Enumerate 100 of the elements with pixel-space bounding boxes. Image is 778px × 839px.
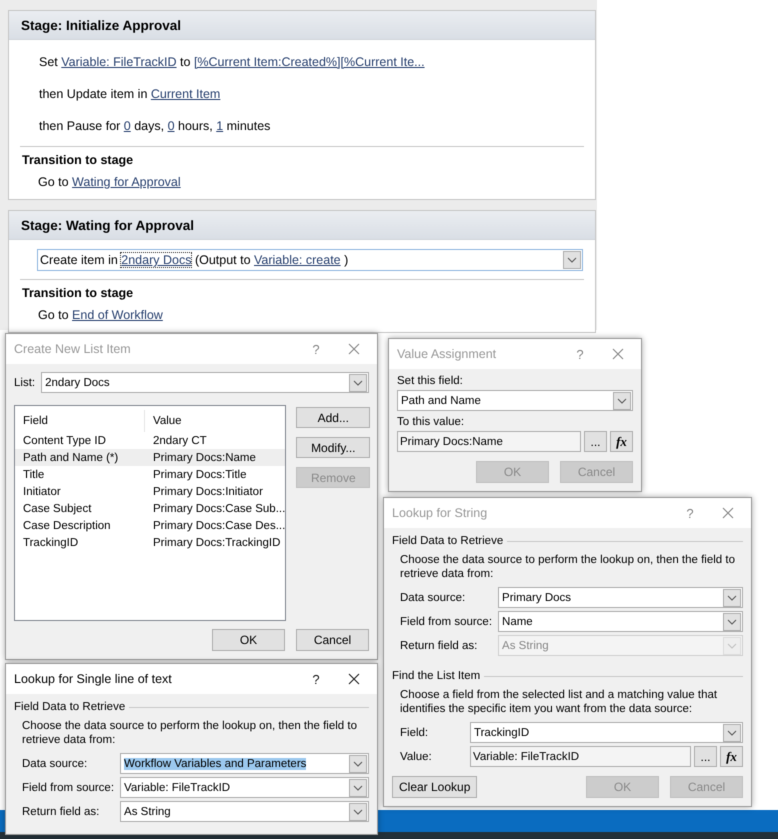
table-cell-text: Title — [22, 468, 46, 480]
transition-heading: Transition to stage — [22, 153, 134, 167]
chevron-icon[interactable] — [349, 778, 367, 796]
action-text[interactable]: then Update item in Current Item — [39, 84, 583, 104]
action-text[interactable]: then Pause for 0 days, 0 hours, 1 minutes — [39, 116, 583, 136]
table-cell-text: Primary Docs:Case Des... — [152, 520, 286, 532]
formula-button[interactable]: fx — [610, 431, 633, 452]
transition-text: Go to Wating for Approval — [37, 175, 182, 189]
link[interactable]: 0 — [168, 119, 175, 133]
stage-title: Stage: Initialize Approval — [9, 11, 595, 40]
table-cell-text: 2ndary CT — [152, 434, 207, 446]
field-label: Data source: — [22, 758, 88, 770]
dropdown[interactable]: Primary Docs — [498, 587, 743, 608]
link[interactable]: Variable: FileTrackID — [61, 55, 177, 69]
dialog-button[interactable]: OK — [212, 629, 285, 651]
dropdown[interactable]: 2ndary Docs — [41, 372, 369, 393]
list-row[interactable]: Case Description Primary Docs:Case Des... — [15, 517, 286, 534]
description-text: Choose a field from the selected list and a matching value that identifies the specific item you want from the data source: — [399, 688, 718, 717]
table-cell-text: Path and Name (*) — [22, 452, 120, 464]
table-cell-text: Case Description — [22, 520, 112, 532]
help-button[interactable]: ? — [301, 672, 331, 686]
transition-heading: Transition to stage — [22, 286, 134, 300]
field-label: Return field as: — [400, 640, 478, 652]
section-heading: Field Data to Retrieve — [14, 701, 126, 713]
field-label: Field from source: — [400, 616, 492, 628]
chevron-icon[interactable] — [613, 392, 631, 410]
list-row[interactable]: Case Subject Primary Docs:Case Sub... — [15, 500, 286, 517]
dropdown[interactable]: Workflow Variables and Parameters — [120, 753, 369, 774]
dialog-title: Value Assignment — [397, 347, 498, 361]
column-header: Value — [152, 415, 183, 427]
field-label: Field from source: — [22, 782, 114, 794]
link[interactable]: Wating for Approval — [72, 175, 181, 189]
help-button[interactable]: ? — [301, 342, 331, 356]
table-cell-text: Primary Docs:TrackingID — [152, 536, 280, 548]
close-icon — [348, 673, 360, 685]
close-icon — [348, 343, 360, 355]
dropdown[interactable]: Name — [498, 611, 743, 632]
action-row[interactable]: Create item in 2ndary Docs (Output to Variable: create ) — [37, 249, 583, 271]
table-cell-text: Case Subject — [22, 502, 92, 514]
field-label: Return field as: — [22, 806, 100, 818]
close-icon — [612, 348, 624, 360]
dropdown[interactable]: TrackingID — [470, 722, 743, 743]
close-icon — [722, 507, 734, 519]
table-cell-text: Content Type ID — [22, 434, 107, 446]
table-cell-text: Primary Docs:Case Sub... — [152, 502, 286, 514]
dialog-title: Create New List Item — [14, 342, 132, 356]
section-heading: Find the List Item — [392, 670, 480, 682]
action-text[interactable]: Set Variable: FileTrackID to [%Current Item:Created%][%Current Ite... — [39, 52, 583, 72]
dropdown[interactable]: Variable: FileTrackID — [120, 777, 369, 798]
dialog-button[interactable]: Modify... — [296, 437, 370, 458]
field-label: Value: — [400, 750, 433, 762]
dialog-title: Lookup for Single line of text — [14, 672, 173, 686]
chevron-icon[interactable] — [349, 374, 367, 392]
transition-text: Go to End of Workflow — [37, 308, 164, 322]
description-text: Choose the data source to perform the lookup on, then the field to retrieve data from: — [399, 553, 736, 582]
link[interactable]: [%Current Item:Created%][%Current Ite... — [194, 55, 425, 69]
formula-button[interactable]: fx — [720, 746, 743, 767]
table-cell-text: Initiator — [22, 486, 62, 498]
chevron-icon[interactable] — [723, 724, 741, 742]
dropdown[interactable]: As String — [120, 801, 369, 822]
chevron-icon[interactable] — [349, 754, 367, 772]
dialog-button[interactable]: Clear Lookup — [392, 776, 478, 798]
dialog-title: Lookup for String — [392, 506, 488, 520]
chevron-icon[interactable] — [349, 802, 367, 820]
list-row[interactable]: Content Type ID 2ndary CT — [15, 432, 286, 449]
field-label: List: — [14, 376, 36, 388]
help-button[interactable]: ? — [675, 506, 705, 520]
link[interactable]: Current Item — [150, 87, 220, 101]
list-row[interactable]: TrackingID Primary Docs:TrackingID — [15, 534, 286, 551]
dialog-button[interactable]: Cancel — [296, 629, 369, 651]
link[interactable]: End of Workflow — [72, 308, 163, 322]
chevron-icon[interactable] — [723, 588, 741, 606]
section-heading: Field Data to Retrieve — [392, 535, 504, 547]
browse-button[interactable]: ... — [584, 431, 607, 452]
list-row[interactable]: Title Primary Docs:Title — [15, 466, 286, 483]
field-label: To this value: — [397, 416, 466, 428]
link[interactable]: Variable: create — [254, 253, 341, 267]
dialog-button[interactable]: Add... — [296, 407, 370, 428]
table-cell-text: Primary Docs:Initiator — [152, 486, 263, 498]
field-label: Set this field: — [397, 375, 464, 387]
stage-title: Stage: Wating for Approval — [9, 211, 595, 240]
link[interactable]: 1 — [216, 119, 224, 133]
table-cell-text: TrackingID — [22, 536, 80, 548]
description-text: Choose the data source to perform the lookup on, then the field to retrieve data from: — [21, 719, 358, 748]
list-row[interactable]: Path and Name (*) Primary Docs:Name — [15, 449, 286, 466]
value-field[interactable]: Variable: FileTrackID — [470, 746, 691, 767]
field-label: Data source: — [400, 592, 466, 604]
browse-button[interactable]: ... — [694, 746, 717, 767]
column-header: Field — [15, 410, 145, 432]
link[interactable]: 0 — [124, 119, 131, 133]
value-field[interactable]: Primary Docs:Name — [397, 431, 581, 452]
chevron-icon[interactable] — [723, 612, 741, 630]
action-text: Create item in 2ndary Docs (Output to Variable: create ) — [40, 252, 348, 269]
dropdown[interactable]: Path and Name — [397, 390, 633, 411]
table-cell-text: Primary Docs:Name — [152, 452, 256, 464]
help-button[interactable]: ? — [565, 346, 595, 362]
link[interactable]: 2ndary Docs — [121, 253, 192, 267]
chevron-icon[interactable] — [563, 251, 581, 269]
list-row[interactable]: Initiator Primary Docs:Initiator — [15, 483, 286, 500]
table-cell-text: Primary Docs:Title — [152, 468, 246, 480]
